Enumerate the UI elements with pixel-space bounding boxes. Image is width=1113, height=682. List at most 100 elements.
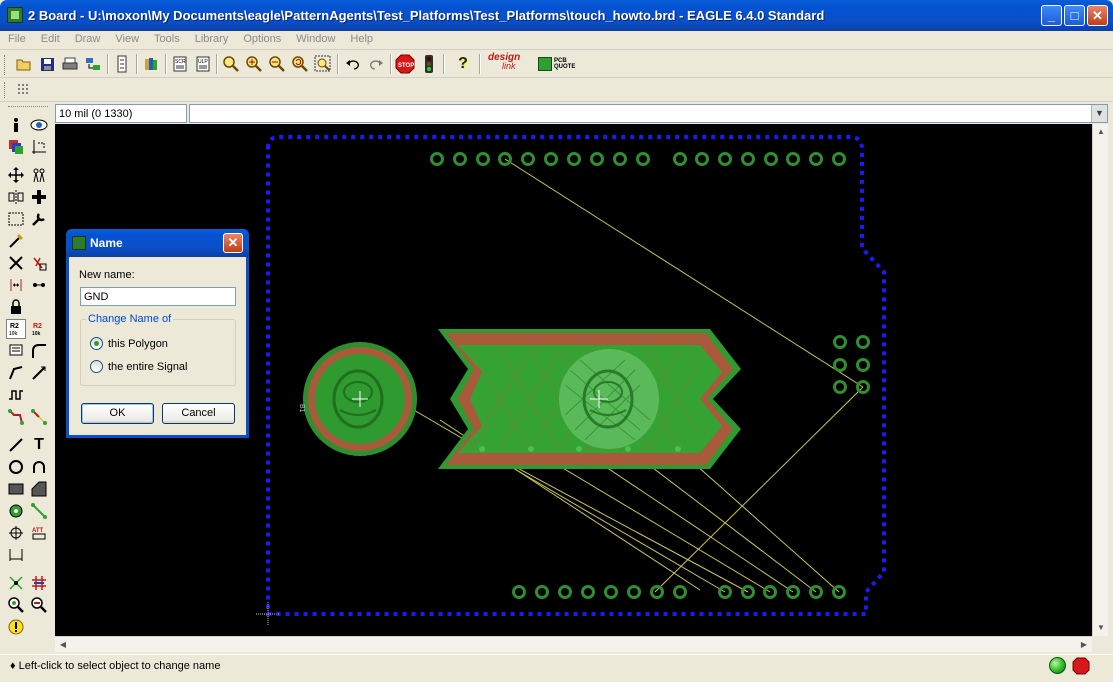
- zoom-in-icon[interactable]: [244, 54, 264, 74]
- zoom-redraw-icon[interactable]: [290, 54, 310, 74]
- rotate-icon[interactable]: [29, 187, 49, 207]
- display-layers-icon[interactable]: [6, 137, 26, 157]
- menu-file[interactable]: File: [0, 31, 33, 45]
- rect-icon[interactable]: [6, 479, 26, 499]
- menu-window[interactable]: Window: [288, 31, 342, 45]
- radio-entire-signal-label[interactable]: the entire Signal: [108, 361, 188, 373]
- cancel-button[interactable]: Cancel: [162, 403, 235, 424]
- vertical-scrollbar[interactable]: ▲ ▼: [1092, 124, 1108, 636]
- svg-text:R2: R2: [10, 323, 19, 330]
- open-icon[interactable]: [14, 54, 34, 74]
- dimension-icon[interactable]: [6, 545, 26, 565]
- paste-icon[interactable]: [6, 231, 26, 251]
- scroll-left-icon[interactable]: ◀: [55, 637, 71, 653]
- add-icon[interactable]: [29, 253, 49, 273]
- dialog-close-button[interactable]: ✕: [223, 233, 243, 253]
- scroll-right-icon[interactable]: ▶: [1076, 637, 1092, 653]
- stop-icon[interactable]: STOP: [395, 54, 415, 74]
- ulp-icon[interactable]: ULP: [193, 54, 213, 74]
- new-name-input[interactable]: GND: [80, 287, 236, 306]
- redo-icon[interactable]: [366, 54, 386, 74]
- horizontal-scrollbar[interactable]: ◀ ▶: [55, 636, 1092, 652]
- pcb-quote-icon[interactable]: PCB QUOTE: [538, 54, 578, 74]
- grid-icon[interactable]: [14, 80, 34, 100]
- group-icon[interactable]: [6, 209, 26, 229]
- zoom-select-icon[interactable]: [313, 54, 333, 74]
- via-icon[interactable]: [6, 501, 26, 521]
- info-icon[interactable]: [6, 115, 26, 135]
- name-tool-icon[interactable]: R2 10k: [6, 319, 26, 339]
- mirror-icon[interactable]: [6, 187, 26, 207]
- menu-library[interactable]: Library: [187, 31, 236, 45]
- arc-icon[interactable]: [29, 457, 49, 477]
- stop-command-icon[interactable]: [1072, 657, 1090, 675]
- autorouter-icon[interactable]: [29, 573, 49, 593]
- delete-icon[interactable]: [6, 253, 26, 273]
- mark-icon[interactable]: [29, 137, 49, 157]
- drc-icon[interactable]: [29, 595, 49, 615]
- route-icon[interactable]: [6, 407, 26, 427]
- switch-schematic-icon[interactable]: [112, 54, 132, 74]
- cam-icon[interactable]: [83, 54, 103, 74]
- tool-palette: R2 10k R2 10k T ATT: [0, 103, 54, 643]
- optimize-icon[interactable]: [29, 363, 49, 383]
- change-icon[interactable]: [29, 209, 49, 229]
- ratsnest-icon[interactable]: [6, 573, 26, 593]
- toolbar-grip[interactable]: [4, 82, 7, 98]
- zoom-out-icon[interactable]: [267, 54, 287, 74]
- menu-help[interactable]: Help: [342, 31, 380, 45]
- quote-label: QUOTE: [554, 64, 576, 70]
- command-history-dropdown[interactable]: ▼: [1091, 105, 1107, 122]
- undo-icon[interactable]: [343, 54, 363, 74]
- hole-icon[interactable]: [6, 523, 26, 543]
- errors-icon[interactable]: [6, 617, 26, 637]
- svg-text:10k: 10k: [32, 331, 41, 337]
- erc-icon[interactable]: [6, 595, 26, 615]
- ok-button[interactable]: OK: [81, 403, 154, 424]
- print-icon[interactable]: [60, 54, 80, 74]
- lock-icon[interactable]: [6, 297, 26, 317]
- value-icon[interactable]: R2 10k: [29, 319, 49, 339]
- polygon-icon[interactable]: [29, 479, 49, 499]
- copy-icon[interactable]: [29, 165, 49, 185]
- circle-icon[interactable]: [6, 457, 26, 477]
- minimize-button[interactable]: _: [1041, 5, 1062, 26]
- ripup-icon[interactable]: [29, 407, 49, 427]
- go-icon[interactable]: [419, 54, 439, 74]
- menu-view[interactable]: View: [107, 31, 146, 45]
- wire-icon[interactable]: [6, 435, 26, 455]
- text-icon[interactable]: T: [29, 435, 49, 455]
- replace-icon[interactable]: [29, 275, 49, 295]
- toolbar-grip[interactable]: [4, 55, 7, 75]
- script-icon[interactable]: SCR: [170, 54, 190, 74]
- meander-icon[interactable]: [6, 385, 26, 405]
- svg-text:SCR: SCR: [175, 59, 186, 65]
- save-icon[interactable]: [37, 54, 57, 74]
- miter-icon[interactable]: [29, 341, 49, 361]
- menu-draw[interactable]: Draw: [67, 31, 108, 45]
- use-library-icon[interactable]: [141, 54, 161, 74]
- close-button[interactable]: ✕: [1087, 5, 1108, 26]
- designlink-icon[interactable]: design link: [488, 53, 532, 75]
- smash-icon[interactable]: [6, 341, 26, 361]
- command-line-input[interactable]: ▼: [189, 104, 1108, 123]
- menu-edit[interactable]: Edit: [33, 31, 67, 45]
- menu-bar: File Edit Draw View Tools Library Options Windo…: [0, 31, 1113, 50]
- zoom-fit-icon[interactable]: [221, 54, 241, 74]
- radio-this-polygon[interactable]: [90, 337, 103, 350]
- signal-icon[interactable]: [29, 501, 49, 521]
- menu-options[interactable]: Options: [235, 31, 288, 45]
- show-icon[interactable]: [29, 115, 49, 135]
- help-icon[interactable]: ?: [453, 54, 473, 74]
- menu-tools[interactable]: Tools: [146, 31, 187, 45]
- radio-entire-signal[interactable]: [90, 360, 103, 373]
- attribute-icon[interactable]: ATT: [29, 523, 49, 543]
- move-icon[interactable]: [6, 165, 26, 185]
- scroll-up-icon[interactable]: ▲: [1093, 124, 1109, 140]
- slider-polygon: [438, 329, 741, 469]
- split-icon[interactable]: [6, 363, 26, 383]
- maximize-button[interactable]: □: [1064, 5, 1085, 26]
- radio-this-polygon-label[interactable]: this Polygon: [108, 338, 168, 350]
- pinswap-icon[interactable]: [6, 275, 26, 295]
- scroll-down-icon[interactable]: ▼: [1093, 620, 1109, 636]
